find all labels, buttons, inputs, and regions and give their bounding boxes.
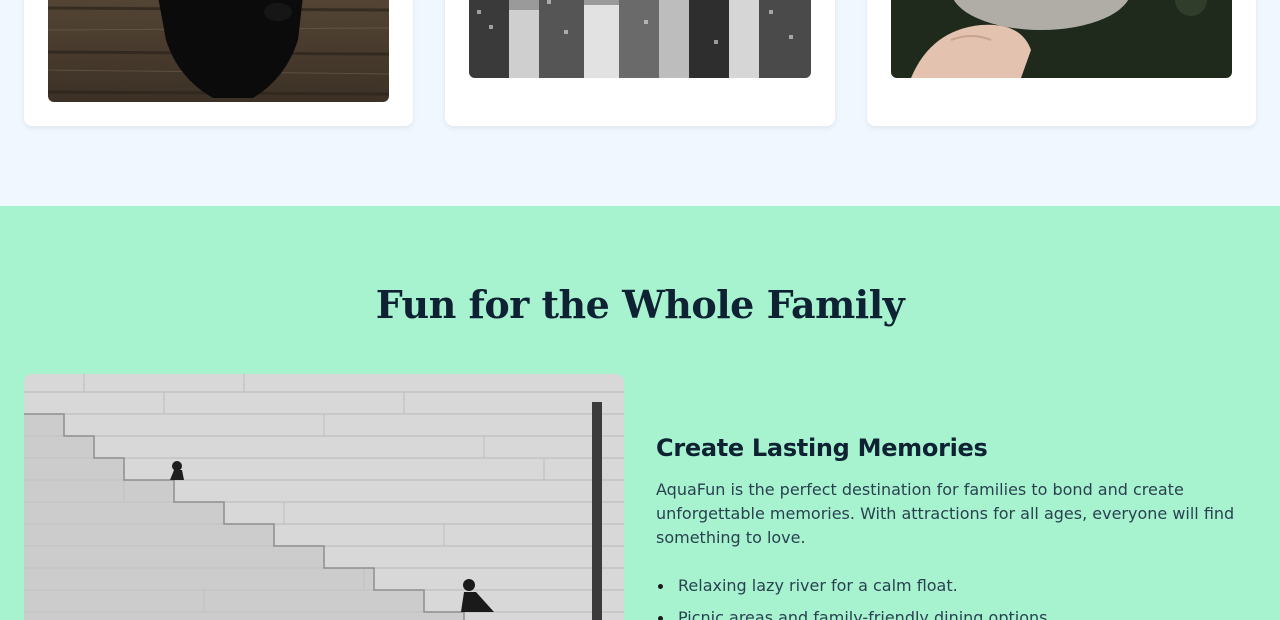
family-content: Create Lasting Memories AquaFun is the p…	[656, 434, 1256, 620]
content-description: AquaFun is the perfect destination for f…	[656, 480, 1235, 547]
dog-photo	[48, 0, 389, 102]
bullet-icon	[658, 584, 663, 589]
feature-list: Relaxing lazy river for a calm float. Pi…	[656, 574, 1256, 620]
hand-photo	[891, 0, 1232, 78]
list-item: Picnic areas and family-friendly dining …	[656, 606, 1256, 620]
gallery-card[interactable]	[445, 0, 835, 126]
section-title: Fun for the Whole Family	[375, 282, 905, 327]
city-photo	[469, 0, 811, 78]
gallery-card[interactable]	[867, 0, 1256, 126]
gallery-card[interactable]	[24, 0, 413, 126]
list-item-text: Picnic areas and family-friendly dining …	[678, 608, 1053, 620]
family-section: Fun for the Whole Family Create Lasting …	[0, 206, 1280, 620]
content-heading: Create Lasting Memories	[656, 434, 988, 462]
list-item: Relaxing lazy river for a calm float.	[656, 574, 1256, 598]
stairs-photo	[24, 374, 624, 620]
bullet-icon	[658, 616, 663, 620]
gallery-section	[0, 0, 1280, 206]
list-item-text: Relaxing lazy river for a calm float.	[678, 576, 958, 595]
